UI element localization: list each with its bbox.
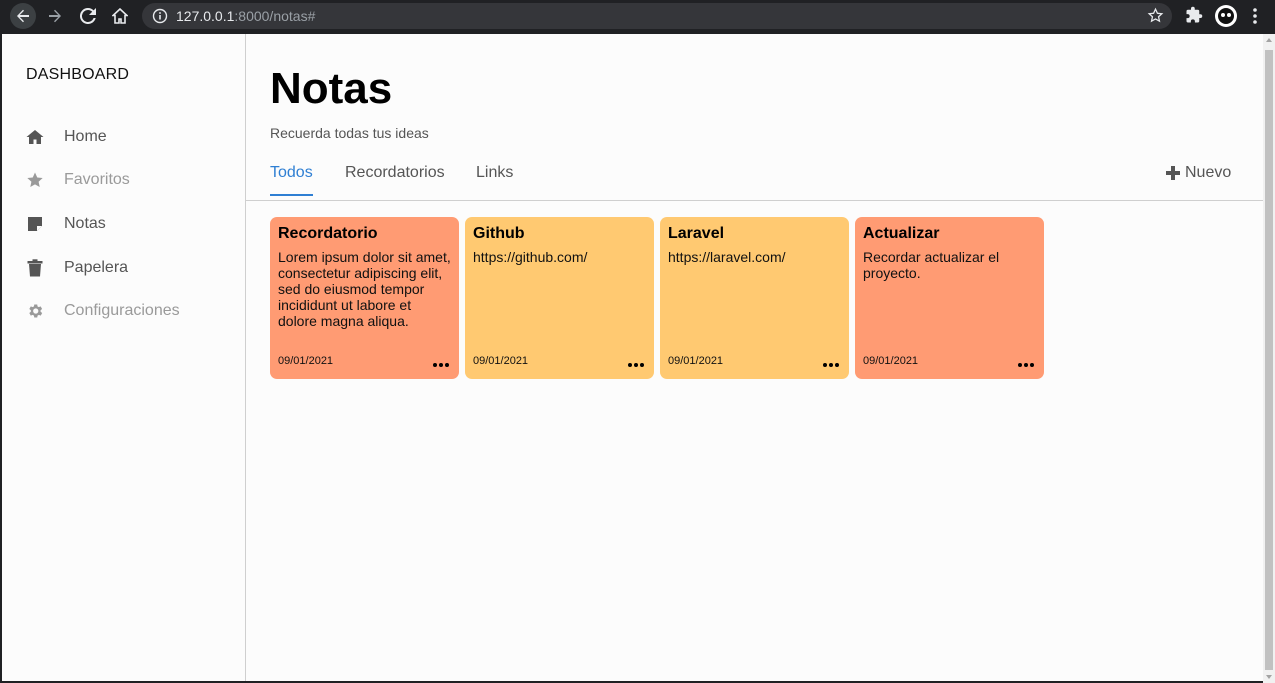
new-note-label: Nuevo <box>1185 164 1232 181</box>
note-body: https://laravel.com/ <box>668 249 786 265</box>
url-text: 127.0.0.1:8000/notas# <box>176 8 315 24</box>
new-note-button[interactable]: Nuevo <box>1166 164 1231 182</box>
vertical-scrollbar[interactable] <box>1263 34 1275 683</box>
note-body: https://github.com/ <box>473 249 588 265</box>
note-date: 09/01/2021 <box>863 355 919 367</box>
url-path: :8000/notas# <box>234 8 316 24</box>
note-body: Lorem ipsum dolor sit amet, consectetur … <box>278 249 451 329</box>
trash-icon <box>26 259 44 277</box>
extensions-icon[interactable] <box>1185 6 1203 24</box>
home-icon <box>26 128 44 146</box>
sidebar-item-label: Notas <box>64 215 106 232</box>
more-options-icon[interactable] <box>823 363 839 367</box>
note-title: Github <box>473 225 525 242</box>
browser-menu-icon[interactable] <box>1252 8 1258 24</box>
sidebar-item-configuraciones[interactable]: Configuraciones <box>26 299 180 323</box>
more-options-icon[interactable] <box>1018 363 1034 367</box>
note-card[interactable]: Github https://github.com/ 09/01/2021 <box>465 217 654 379</box>
main-content: Notas Recuerda todas tus ideas Todos Rec… <box>246 34 1263 681</box>
note-card[interactable]: Recordatorio Lorem ipsum dolor sit amet,… <box>270 217 459 379</box>
note-title: Actualizar <box>863 225 940 242</box>
home-button[interactable] <box>107 3 133 29</box>
page-viewport: DASHBOARD Home Favoritos Notas Papelera <box>2 34 1263 681</box>
sidebar-item-favoritos[interactable]: Favoritos <box>26 168 130 192</box>
back-button[interactable] <box>10 3 36 29</box>
note-icon <box>26 215 44 233</box>
page-subtitle: Recuerda todas tus ideas <box>270 125 429 141</box>
tab-recordatorios[interactable]: Recordatorios <box>345 164 445 194</box>
note-date: 09/01/2021 <box>668 355 724 367</box>
reload-button[interactable] <box>75 3 101 29</box>
profile-avatar[interactable] <box>1215 5 1237 27</box>
home-outline-icon <box>112 8 128 24</box>
more-options-icon[interactable] <box>628 363 644 367</box>
reload-icon <box>80 8 96 24</box>
sidebar: DASHBOARD Home Favoritos Notas Papelera <box>2 34 246 681</box>
info-icon[interactable] <box>152 8 168 24</box>
sidebar-item-label: Papelera <box>64 259 129 276</box>
url-host: 127.0.0.1 <box>176 8 235 24</box>
note-title: Recordatorio <box>278 225 378 242</box>
sidebar-item-label: Favoritos <box>64 171 130 188</box>
sidebar-item-label: Configuraciones <box>64 302 180 319</box>
profile-icon <box>1218 8 1234 24</box>
sidebar-item-notas[interactable]: Notas <box>26 212 106 236</box>
arrow-right-icon <box>49 9 61 23</box>
note-card[interactable]: Actualizar Recordar actualizar el proyec… <box>855 217 1044 379</box>
note-title: Laravel <box>668 225 725 242</box>
scrollbar-thumb[interactable] <box>1265 50 1273 670</box>
page-title: Notas <box>270 64 393 113</box>
forward-button[interactable] <box>42 3 68 29</box>
tab-bar: Todos Recordatorios Links Nuevo <box>246 152 1263 201</box>
tab-links[interactable]: Links <box>476 164 513 194</box>
sidebar-item-home[interactable]: Home <box>26 125 107 149</box>
note-card[interactable]: Laravel https://laravel.com/ 09/01/2021 <box>660 217 849 379</box>
browser-toolbar: 127.0.0.1:8000/notas# <box>0 0 1275 32</box>
plus-icon <box>1166 166 1180 180</box>
dashboard-brand[interactable]: DASHBOARD <box>26 66 129 84</box>
star-icon <box>26 171 44 189</box>
scroll-down-arrow-icon[interactable] <box>1266 675 1272 679</box>
address-bar[interactable]: 127.0.0.1:8000/notas# <box>142 3 1172 29</box>
note-date: 09/01/2021 <box>473 355 529 367</box>
sidebar-item-papelera[interactable]: Papelera <box>26 256 128 280</box>
tab-todos[interactable]: Todos <box>270 164 313 196</box>
arrow-left-icon <box>17 9 29 23</box>
gear-icon <box>26 302 44 320</box>
bookmark-star-icon[interactable] <box>1147 7 1164 24</box>
scroll-up-arrow-icon[interactable] <box>1266 38 1272 42</box>
sidebar-item-label: Home <box>64 128 107 145</box>
more-options-icon[interactable] <box>433 363 449 367</box>
note-body: Recordar actualizar el proyecto. <box>863 249 1000 281</box>
note-date: 09/01/2021 <box>278 355 334 367</box>
